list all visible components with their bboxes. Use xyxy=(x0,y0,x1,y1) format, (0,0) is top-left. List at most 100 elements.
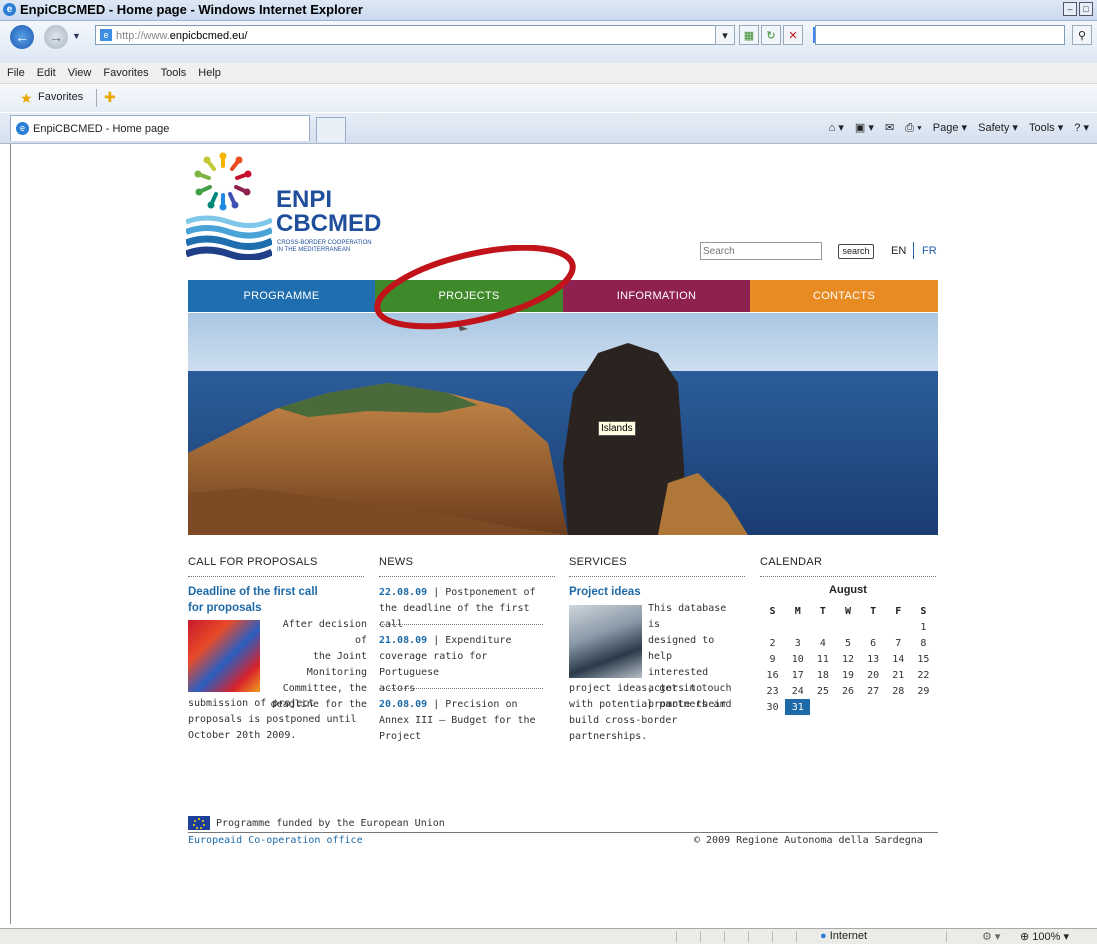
nav-contacts[interactable]: CONTACTS xyxy=(750,280,938,312)
menu-file[interactable]: File xyxy=(7,63,25,83)
home-icon[interactable]: ⌂ ▾ xyxy=(829,122,844,134)
calendar-day[interactable]: 22 xyxy=(911,667,936,683)
calendar-day[interactable]: 9 xyxy=(760,651,785,667)
calendar-day[interactable]: 15 xyxy=(911,651,936,667)
calendar-day[interactable]: 16 xyxy=(760,667,785,683)
help-icon[interactable]: ? ▾ xyxy=(1074,122,1089,134)
services-title-link[interactable]: Project ideas xyxy=(569,584,641,600)
calendar-day xyxy=(785,619,810,635)
cfp-image xyxy=(188,620,260,692)
lang-en-link[interactable]: EN xyxy=(891,245,906,257)
nav-programme[interactable]: PROGRAMME xyxy=(188,280,375,312)
lang-fr-link[interactable]: FR xyxy=(922,245,937,257)
address-field[interactable]: e http://www.enpicbcmed.eu/ xyxy=(95,25,735,45)
url-prefix: http://www. xyxy=(116,30,170,42)
calendar-day[interactable]: 3 xyxy=(785,635,810,651)
favorites-button[interactable]: Favorites xyxy=(38,91,83,103)
calendar-day[interactable]: 19 xyxy=(835,667,860,683)
menu-favorites[interactable]: Favorites xyxy=(103,63,148,83)
calendar-day[interactable]: 24 xyxy=(785,683,810,699)
tools-menu[interactable]: Tools ▾ xyxy=(1029,122,1063,134)
calendar-day[interactable]: 17 xyxy=(785,667,810,683)
calendar-day[interactable]: 13 xyxy=(861,651,886,667)
news-date: 22.08.09 xyxy=(379,587,428,598)
footer-copyright: © 2009 Regione Autonoma della Sardegna xyxy=(694,835,923,846)
back-button[interactable]: ← xyxy=(10,25,34,49)
tab-title: EnpiCBCMED - Home page xyxy=(33,123,170,135)
nav-information[interactable]: INFORMATION xyxy=(563,280,750,312)
calendar-day[interactable]: 1 xyxy=(911,619,936,635)
calendar-day[interactable]: 14 xyxy=(886,651,911,667)
cfp-text-continued: submission of project proposals is postpo… xyxy=(188,698,357,741)
calendar-day[interactable]: 29 xyxy=(911,683,936,699)
tab-active[interactable]: e EnpiCBCMED - Home page xyxy=(10,115,310,141)
new-tab-button[interactable] xyxy=(316,117,346,142)
footer-funded-text: Programme funded by the European Union xyxy=(216,818,445,829)
menu-help[interactable]: Help xyxy=(198,63,221,83)
calendar-day[interactable]: 23 xyxy=(760,683,785,699)
safety-menu[interactable]: Safety ▾ xyxy=(978,122,1018,134)
highlight-ellipse xyxy=(374,245,576,330)
calendar-day[interactable]: 4 xyxy=(810,635,835,651)
window-titlebar: e EnpiCBCMED - Home page - Windows Inter… xyxy=(0,0,1097,21)
site-logo[interactable]: ENPI CBCMED CROSS-BORDER COOPERATION IN T… xyxy=(186,152,386,262)
recent-pages-dropdown-icon[interactable]: ▼ xyxy=(72,31,81,41)
calendar-month: August xyxy=(829,584,867,596)
add-favorites-icon[interactable]: ✚ xyxy=(104,89,116,106)
feeds-icon[interactable]: ▣ ▾ xyxy=(855,122,874,134)
cfp-title-link[interactable]: Deadline of the first call for proposals xyxy=(188,584,368,616)
site-search-input[interactable] xyxy=(700,242,822,260)
security-zone[interactable]: ● Internet xyxy=(820,930,867,942)
calendar-day[interactable]: 20 xyxy=(861,667,886,683)
news-item[interactable]: 22.08.09 | Postponement of the deadline o… xyxy=(379,585,549,633)
calendar-day[interactable]: 18 xyxy=(810,667,835,683)
menu-tools[interactable]: Tools xyxy=(161,63,187,83)
calendar-day[interactable]: 21 xyxy=(886,667,911,683)
europeaid-link[interactable]: Europeaid Co-operation office xyxy=(188,835,363,846)
minimize-button[interactable]: – xyxy=(1063,2,1077,16)
refresh-icon[interactable]: ↻ xyxy=(761,25,781,45)
calendar-day[interactable]: 25 xyxy=(810,683,835,699)
calendar-day[interactable]: 26 xyxy=(835,683,860,699)
zoom-level[interactable]: ⊕ 100% ▾ xyxy=(1020,930,1069,943)
browser-search-icon[interactable]: ⚲ xyxy=(1072,25,1092,45)
address-dropdown-icon[interactable]: ▾ xyxy=(715,25,735,45)
print-icon[interactable]: ⎙ ▾ xyxy=(905,122,921,134)
site-search-button[interactable]: search xyxy=(838,244,874,259)
calendar-day[interactable]: 11 xyxy=(810,651,835,667)
browser-search-input[interactable] xyxy=(815,25,1065,45)
page-menu[interactable]: Page ▾ xyxy=(933,122,967,134)
calendar-day[interactable]: 28 xyxy=(886,683,911,699)
calendar-day[interactable]: 7 xyxy=(886,635,911,651)
calendar-day[interactable]: 2 xyxy=(760,635,785,651)
forward-button[interactable]: → xyxy=(44,25,68,49)
news-item[interactable]: 20.08.09 | Precision on Annex III – Budge… xyxy=(379,697,549,745)
calendar-day[interactable]: 5 xyxy=(835,635,860,651)
calendar-day[interactable]: 8 xyxy=(911,635,936,651)
mail-icon[interactable]: ✉ xyxy=(885,122,894,134)
calendar-day-today[interactable]: 31 xyxy=(785,699,811,715)
calendar-day[interactable]: 30 xyxy=(760,699,785,715)
ie-icon: e xyxy=(3,3,16,16)
heading-call-for-proposals: CALL FOR PROPOSALS xyxy=(188,556,318,568)
calendar-day[interactable]: 10 xyxy=(785,651,810,667)
command-bar: ⌂ ▾ ▣ ▾ ✉ ⎙ ▾ Page ▾ Safety ▾ Tools ▾ ? … xyxy=(821,121,1089,135)
status-bar: ● Internet ⚙ ▾ ⊕ 100% ▾ xyxy=(0,928,1097,944)
calendar-day xyxy=(835,619,860,635)
restore-button[interactable]: □ xyxy=(1079,2,1093,16)
compatibility-icon[interactable]: ▦ xyxy=(739,25,759,45)
protected-mode-icon[interactable]: ⚙ ▾ xyxy=(982,930,1000,943)
calendar-weekday: S xyxy=(769,605,776,617)
menu-edit[interactable]: Edit xyxy=(37,63,56,83)
news-date: 20.08.09 xyxy=(379,699,428,710)
heading-services: SERVICES xyxy=(569,556,627,568)
calendar-day[interactable]: 12 xyxy=(835,651,860,667)
stop-icon[interactable]: ✕ xyxy=(783,25,803,45)
menu-view[interactable]: View xyxy=(68,63,92,83)
calendar-day[interactable]: 27 xyxy=(861,683,886,699)
calendar-day[interactable]: 6 xyxy=(861,635,886,651)
heading-news: NEWS xyxy=(379,556,414,568)
services-image xyxy=(569,605,642,678)
calendar-weekday: W xyxy=(844,605,851,617)
calendar-weekday: F xyxy=(895,605,902,617)
